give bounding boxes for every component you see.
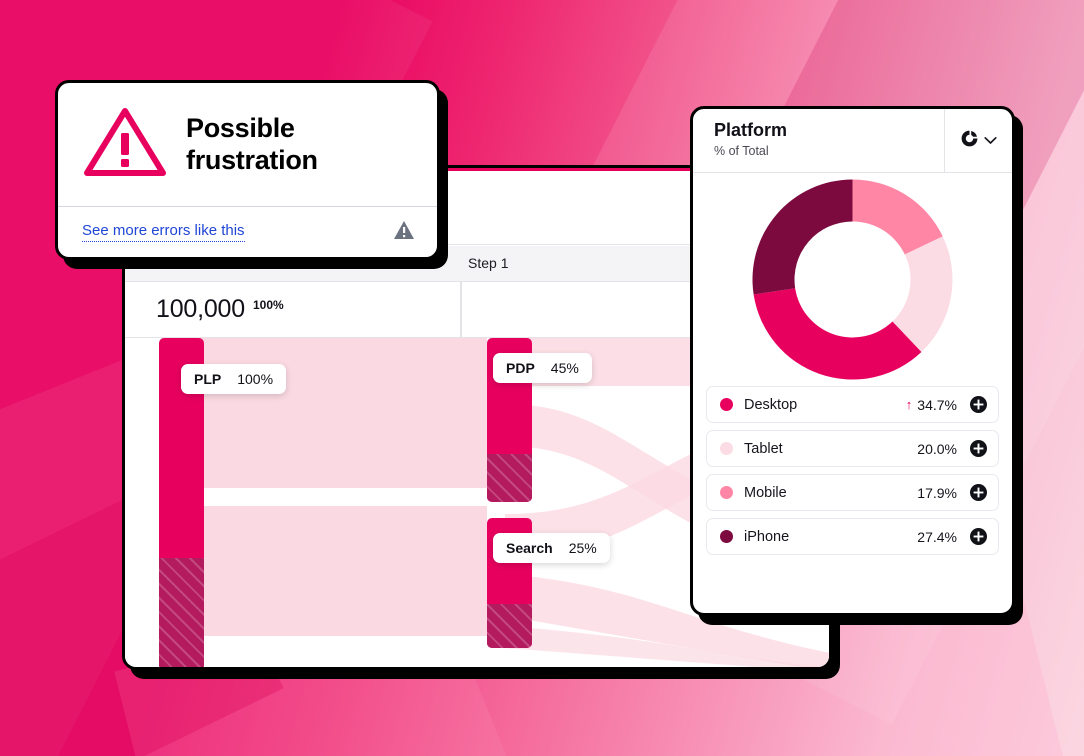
plus-circle-icon[interactable] xyxy=(970,528,987,545)
funnel-dropoff-plp xyxy=(159,558,204,667)
legend-color-dot xyxy=(720,398,733,411)
legend-color-dot xyxy=(720,486,733,499)
platform-donut-chart xyxy=(693,173,1012,386)
warning-triangle-icon xyxy=(82,105,168,184)
warning-title-line-1: Possible xyxy=(186,113,295,144)
legend-value: 17.9% xyxy=(917,484,957,501)
funnel-node-name: Search xyxy=(506,540,553,556)
legend-color-dot xyxy=(720,530,733,543)
funnel-node-tag-plp[interactable]: PLP 100% xyxy=(181,364,287,394)
donut-svg xyxy=(752,179,953,380)
funnel-node-percent: 45% xyxy=(550,360,579,376)
legend-value: 27.4% xyxy=(917,528,957,545)
legend-row-mobile[interactable]: Mobile 17.9% xyxy=(706,474,999,511)
legend-label: iPhone xyxy=(744,528,790,545)
warning-card-body: Possible frustration xyxy=(58,83,437,206)
funnel-total-row: 100,000 100% xyxy=(125,282,461,338)
warning-card-title: Possible frustration xyxy=(186,113,318,176)
screenshot-root: Step 1 100,000 100% PLP 100% PDP 45% Sea… xyxy=(0,0,1084,756)
legend-row-iphone[interactable]: iPhone 27.4% xyxy=(706,518,999,555)
arrow-up-icon: ↑ xyxy=(905,397,913,412)
legend-row-desktop[interactable]: Desktop ↑ 34.7% xyxy=(706,386,999,423)
warning-triangle-small-icon xyxy=(393,220,415,245)
funnel-total-percent: 100% xyxy=(252,298,284,312)
legend-value: 34.7% xyxy=(917,396,957,413)
platform-card-subtitle: % of Total xyxy=(714,144,769,158)
step-header-label: Step 1 xyxy=(468,255,509,271)
legend-label: Tablet xyxy=(744,440,783,457)
platform-legend: Desktop ↑ 34.7% Tablet 20.0% Mobile 17.9… xyxy=(693,386,1012,555)
possible-frustration-card: Possible frustration See more errors lik… xyxy=(55,80,440,260)
platform-breakdown-card: Platform % of Total Desktop ↑ 34.7% Tabl… xyxy=(690,106,1015,616)
platform-card-title: Platform xyxy=(714,120,788,140)
funnel-total-value: 100,000 xyxy=(156,295,245,323)
donut-slice-desktop[interactable] xyxy=(753,288,922,380)
funnel-node-tag-pdp[interactable]: PDP 45% xyxy=(493,353,592,383)
plus-circle-icon[interactable] xyxy=(970,396,987,413)
donut-chart-icon xyxy=(961,130,978,152)
plus-circle-icon[interactable] xyxy=(970,440,987,457)
see-more-errors-link[interactable]: See more errors like this xyxy=(82,222,245,242)
funnel-node-percent: 100% xyxy=(237,371,274,387)
funnel-node-tag-search[interactable]: Search 25% xyxy=(493,533,610,563)
funnel-node-percent: 25% xyxy=(568,540,597,556)
legend-row-tablet[interactable]: Tablet 20.0% xyxy=(706,430,999,467)
legend-label: Desktop xyxy=(744,396,798,413)
funnel-node-name: PDP xyxy=(506,360,535,376)
chevron-down-icon xyxy=(983,132,997,150)
legend-value: 20.0% xyxy=(917,440,957,457)
warning-title-line-2: frustration xyxy=(186,144,318,175)
funnel-node-name: PLP xyxy=(194,371,222,387)
funnel-dropoff-pdp xyxy=(487,454,532,502)
donut-slice-iphone[interactable] xyxy=(752,179,853,295)
legend-color-dot xyxy=(720,442,733,455)
platform-card-header: Platform % of Total xyxy=(693,109,1012,173)
chart-type-selector[interactable] xyxy=(944,109,1012,172)
platform-title-block: Platform % of Total xyxy=(693,109,944,172)
legend-label: Mobile xyxy=(744,484,787,501)
plus-circle-icon[interactable] xyxy=(970,484,987,501)
funnel-dropoff-search xyxy=(487,604,532,648)
warning-card-footer: See more errors like this xyxy=(58,206,437,257)
